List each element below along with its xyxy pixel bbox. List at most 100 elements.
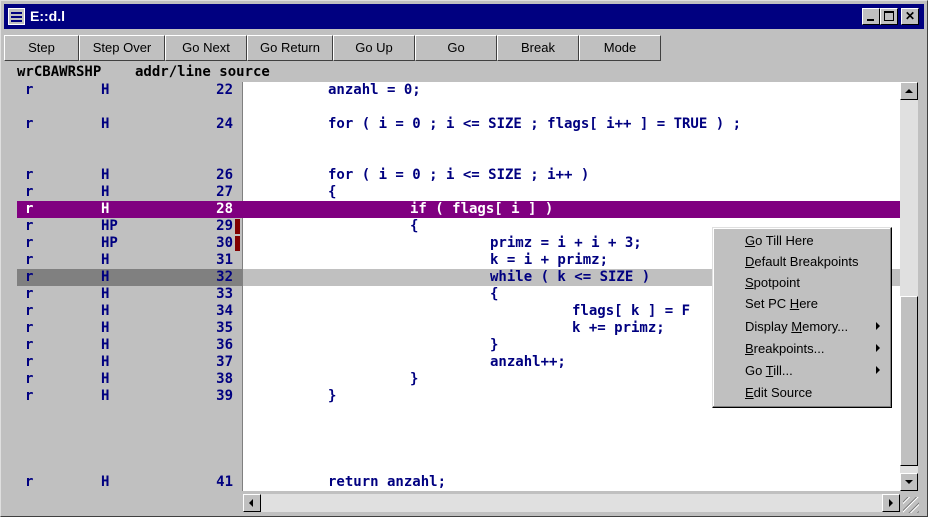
window-menu-icon[interactable] [8,8,25,25]
row-source: } [490,337,499,353]
row-mode: r [25,235,34,251]
row-line-number: 38 [216,371,233,387]
row-line-number: 35 [216,320,233,336]
breakpoint-marker[interactable] [235,236,240,251]
menu-item-default-breakpoints[interactable]: Default Breakpoints [745,252,891,271]
source-row[interactable]: r H 27 { [17,184,900,201]
horizontal-scrollbar[interactable] [243,494,900,512]
scroll-right-button[interactable] [882,494,900,512]
row-mode: r [25,82,34,98]
menu-item-label: Set PC [745,296,790,311]
row-flag: H [101,82,110,98]
breakpoint-marker[interactable] [235,219,240,234]
menu-item-set-pc-here[interactable]: Set PC Here [745,294,891,313]
toolbar: Step Step Over Go Next Go Return Go Up G… [4,35,924,61]
menu-item-label: ere [799,296,818,311]
row-mode: r [25,303,34,319]
menu-item-label: o Till Here [755,233,814,248]
vertical-scroll-thumb[interactable] [900,296,918,466]
minimize-icon [867,19,874,21]
go-return-button[interactable]: Go Return [247,35,333,61]
row-source: k += primz; [572,320,665,336]
go-next-button[interactable]: Go Next [165,35,247,61]
row-flag: H [101,286,110,302]
menu-item-breakpoints[interactable]: Breakpoints... [745,339,891,358]
selected-source-row[interactable]: r H 28 if ( flags[ i ] ) [17,201,900,218]
source-row[interactable]: r H 24 for ( i = 0 ; i <= SIZE ; flags[ i+… [17,116,900,133]
row-flag: H [101,371,110,387]
row-mode: r [25,388,34,404]
minimize-button[interactable] [862,8,880,25]
source-row[interactable]: r H 41 return anzahl; [17,474,900,491]
step-button[interactable]: Step [4,35,79,61]
maximize-button[interactable] [880,8,898,25]
break-button[interactable]: Break [497,35,579,61]
row-mode: r [25,474,34,490]
source-row[interactable]: r H 26 for ( i = 0 ; i <= SIZE ; i++ ) [17,167,900,184]
row-source: while ( k <= SIZE ) [490,269,651,285]
row-mode: r [25,269,34,285]
row-source: { [328,184,337,200]
row-source: { [410,218,419,234]
menu-item-spotpoint[interactable]: Spotpoint [745,273,891,292]
row-mode: r [25,201,34,217]
source-row[interactable]: r H 22 anzahl = 0; [17,82,900,99]
window-title: E::d.l [30,8,65,24]
row-line-number: 32 [216,269,233,285]
row-line-number: 36 [216,337,233,353]
menu-item-accel: B [745,341,754,356]
row-source: } [410,371,419,387]
debugger-window: E::d.l ✕ Step Step Over Go Next Go Retur… [0,0,928,517]
row-flag: H [101,354,110,370]
menu-item-label: Display [745,319,792,334]
close-button[interactable]: ✕ [901,8,919,25]
row-flag: H [101,388,110,404]
menu-item-edit-source[interactable]: Edit Source [745,383,891,402]
row-mode: r [25,218,34,234]
row-line-number: 26 [216,167,233,183]
step-over-button[interactable]: Step Over [79,35,165,61]
go-button[interactable]: Go [415,35,497,61]
row-mode: r [25,167,34,183]
row-source: return anzahl; [328,474,447,490]
title-bar[interactable]: E::d.l ✕ [4,4,924,29]
menu-item-label: potpoint [753,275,800,290]
row-source: anzahl = 0; [328,82,421,98]
row-flag: HP [101,235,118,251]
scroll-up-button[interactable] [900,82,918,100]
scroll-down-button[interactable] [900,473,918,491]
row-line-number: 34 [216,303,233,319]
context-menu: Go Till Here Default Breakpoints Spotpoi… [712,227,892,408]
menu-item-go-till-here[interactable]: Go Till Here [745,231,891,250]
menu-item-accel: D [745,254,755,269]
menu-item-display-memory[interactable]: Display Memory... [745,317,891,336]
row-flag: H [101,303,110,319]
row-source: if ( flags[ i ] ) [410,201,554,217]
row-source: primz = i + i + 3; [490,235,642,251]
scroll-left-button[interactable] [243,494,261,512]
scroll-right-icon [889,499,893,507]
row-line-number: 31 [216,252,233,268]
row-line-number: 33 [216,286,233,302]
row-source: anzahl++; [490,354,566,370]
row-line-number: 29 [216,218,233,234]
row-mode: r [25,286,34,302]
row-line-number: 28 [216,201,233,217]
menu-item-accel: E [745,385,754,400]
row-mode: r [25,184,34,200]
scroll-left-icon [249,499,253,507]
menu-item-label: ill... [773,363,793,378]
go-up-button[interactable]: Go Up [333,35,415,61]
vertical-scrollbar[interactable] [900,82,918,491]
row-flag: H [101,474,110,490]
row-flag: H [101,201,110,217]
row-mode: r [25,252,34,268]
row-source: for ( i = 0 ; i <= SIZE ; i++ ) [328,167,590,183]
row-flag: H [101,116,110,132]
resize-grip[interactable] [903,497,919,513]
row-flag: H [101,184,110,200]
mode-button[interactable]: Mode [579,35,661,61]
row-flag: H [101,320,110,336]
menu-item-go-till[interactable]: Go Till... [745,361,891,380]
row-source: } [328,388,337,404]
